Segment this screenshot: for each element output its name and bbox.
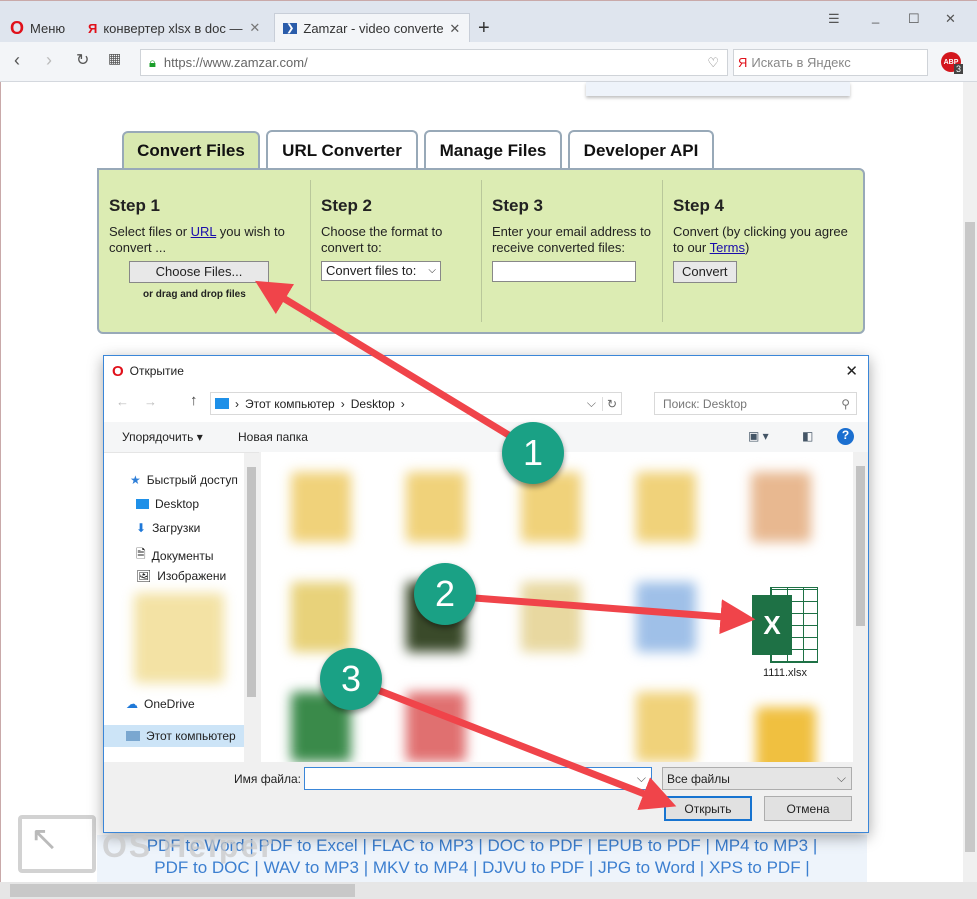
step-badge-2: 2	[414, 563, 476, 625]
arrow-1	[255, 280, 532, 451]
watermark-text: OS Helper	[102, 828, 275, 864]
annotation-arrows	[255, 280, 756, 810]
step-badge-3: 3	[320, 648, 382, 710]
arrow-3	[350, 676, 677, 810]
step-badge-1: 1	[502, 422, 564, 484]
arrow-2	[447, 592, 756, 635]
